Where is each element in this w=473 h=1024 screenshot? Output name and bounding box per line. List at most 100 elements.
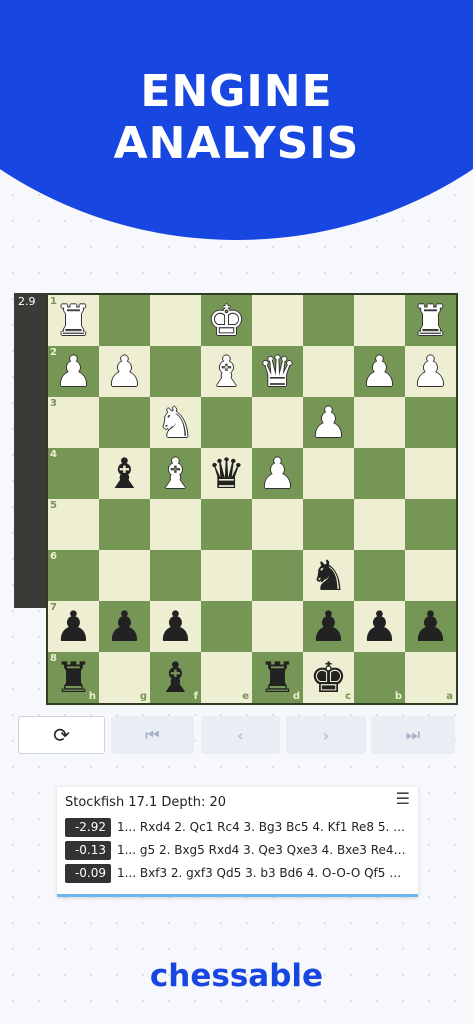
rank-label: 4	[50, 449, 57, 460]
rank-label: 6	[50, 551, 57, 562]
black-pawn-icon[interactable]: ♟	[405, 601, 456, 652]
white-bishop-icon[interactable]: ♝	[150, 448, 201, 499]
black-pawn-icon[interactable]: ♟	[150, 601, 201, 652]
flip-board-button[interactable]: ⟳	[18, 716, 105, 754]
square-c2[interactable]	[303, 346, 354, 397]
square-e6[interactable]	[201, 550, 252, 601]
square-h4[interactable]: 4	[48, 448, 99, 499]
white-pawn-icon[interactable]: ♟	[354, 346, 405, 397]
square-f1[interactable]	[150, 295, 201, 346]
engine-moves: 1... g5 2. Bxg5 Rxd4 3. Qe3 Qxe3 4. Bxe3…	[117, 843, 407, 857]
evaluation-label: 2.9	[18, 295, 36, 308]
white-king-icon[interactable]: ♚	[201, 295, 252, 346]
black-knight-icon[interactable]: ♞	[303, 550, 354, 601]
square-e3[interactable]	[201, 397, 252, 448]
square-e7[interactable]	[201, 601, 252, 652]
square-g3[interactable]	[99, 397, 150, 448]
engine-moves: 1... Rxd4 2. Qc1 Rc4 3. Bg3 Bc5 4. Kf1 R…	[117, 820, 407, 834]
black-pawn-icon[interactable]: ♟	[303, 601, 354, 652]
settings-sliders-icon[interactable]: ☰	[396, 789, 410, 808]
black-queen-icon[interactable]: ♛	[201, 448, 252, 499]
engine-score: -0.09	[65, 863, 111, 883]
white-pawn-icon[interactable]: ♟	[252, 448, 303, 499]
square-d1[interactable]	[252, 295, 303, 346]
next-move-button[interactable]: ›	[286, 716, 366, 754]
black-rook-icon[interactable]: ♜	[252, 652, 303, 703]
square-g8[interactable]: g	[99, 652, 150, 703]
chessable-logo: chessable	[149, 958, 324, 994]
square-d5[interactable]	[252, 499, 303, 550]
last-move-button[interactable]: ⏭	[371, 716, 455, 754]
engine-title: Stockfish 17.1 Depth: 20	[65, 795, 227, 810]
white-queen-icon[interactable]: ♛	[252, 346, 303, 397]
engine-score: -0.13	[65, 840, 111, 860]
square-a4[interactable]	[405, 448, 456, 499]
file-label: b	[394, 691, 402, 702]
engine-moves: 1... Bxf3 2. gxf3 Qd5 3. b3 Bd6 4. O-O-O…	[117, 866, 407, 880]
square-a3[interactable]	[405, 397, 456, 448]
black-king-icon[interactable]: ♚	[303, 652, 354, 703]
square-h3[interactable]: 3	[48, 397, 99, 448]
refresh-icon: ⟳	[53, 723, 70, 747]
title-line-2: ANALYSIS	[113, 118, 360, 169]
engine-line[interactable]: -0.13 1... g5 2. Bxg5 Rxd4 3. Qe3 Qxe3 4…	[65, 840, 407, 860]
engine-line[interactable]: -0.09 1... Bxf3 2. gxf3 Qd5 3. b3 Bd6 4.…	[65, 863, 407, 883]
rank-label: 3	[50, 398, 57, 409]
square-a5[interactable]	[405, 499, 456, 550]
file-label: g	[139, 691, 147, 702]
square-d3[interactable]	[252, 397, 303, 448]
black-bishop-icon[interactable]: ♝	[99, 448, 150, 499]
white-pawn-icon[interactable]: ♟	[48, 346, 99, 397]
square-h6[interactable]: 6	[48, 550, 99, 601]
black-pawn-icon[interactable]: ♟	[48, 601, 99, 652]
square-g6[interactable]	[99, 550, 150, 601]
skip-forward-icon: ⏭	[405, 725, 421, 744]
white-pawn-icon[interactable]: ♟	[303, 397, 354, 448]
white-rook-icon[interactable]: ♜	[48, 295, 99, 346]
square-a6[interactable]	[405, 550, 456, 601]
square-d7[interactable]	[252, 601, 303, 652]
square-f6[interactable]	[150, 550, 201, 601]
white-bishop-icon[interactable]: ♝	[201, 346, 252, 397]
square-a8[interactable]: a	[405, 652, 456, 703]
black-pawn-icon[interactable]: ♟	[354, 601, 405, 652]
square-g5[interactable]	[99, 499, 150, 550]
evaluation-bar: 2.9	[14, 293, 48, 608]
white-pawn-icon[interactable]: ♟	[99, 346, 150, 397]
engine-score: -2.92	[65, 817, 111, 837]
square-b4[interactable]	[354, 448, 405, 499]
engine-analysis-panel: Stockfish 17.1 Depth: 20 ☰ -2.92 1... Rx…	[57, 787, 418, 897]
file-label: a	[446, 691, 453, 702]
white-pawn-icon[interactable]: ♟	[405, 346, 456, 397]
square-d6[interactable]	[252, 550, 303, 601]
black-rook-icon[interactable]: ♜	[48, 652, 99, 703]
square-g1[interactable]	[99, 295, 150, 346]
square-b6[interactable]	[354, 550, 405, 601]
previous-move-button[interactable]: ‹	[201, 716, 280, 754]
square-c1[interactable]	[303, 295, 354, 346]
black-pawn-icon[interactable]: ♟	[99, 601, 150, 652]
square-b3[interactable]	[354, 397, 405, 448]
chess-board[interactable]: 1 2 3 4 5 6 7 8 h g f e d c b a ♜ ♚ ♜ ♟ ♟ ♝ ♛ ♟ ♟ ♞ ♟ ♝ ♝ ♛ ♟ ♞ ♟ ♟ ♟ ♟ ♟ ♟ ♜ ♝…	[46, 293, 458, 705]
black-bishop-icon[interactable]: ♝	[150, 652, 201, 703]
chevron-left-icon: ‹	[237, 725, 244, 745]
engine-line[interactable]: -2.92 1... Rxd4 2. Qc1 Rc4 3. Bg3 Bc5 4.…	[65, 817, 407, 837]
square-h5[interactable]: 5	[48, 499, 99, 550]
square-c5[interactable]	[303, 499, 354, 550]
square-c4[interactable]	[303, 448, 354, 499]
square-e8[interactable]: e	[201, 652, 252, 703]
first-move-button[interactable]: ⏮	[111, 716, 194, 754]
chevron-right-icon: ›	[322, 725, 330, 745]
square-b8[interactable]: b	[354, 652, 405, 703]
white-knight-icon[interactable]: ♞	[150, 397, 201, 448]
skip-back-icon: ⏮	[145, 725, 160, 744]
rank-label: 5	[50, 500, 57, 511]
square-e5[interactable]	[201, 499, 252, 550]
navigation-controls: ⟳ ⏮ ‹ › ⏭	[18, 716, 455, 754]
square-b5[interactable]	[354, 499, 405, 550]
square-f2[interactable]	[150, 346, 201, 397]
square-b1[interactable]	[354, 295, 405, 346]
page-title: ENGINE ANALYSIS	[0, 66, 473, 170]
square-f5[interactable]	[150, 499, 201, 550]
white-rook-icon[interactable]: ♜	[405, 295, 456, 346]
